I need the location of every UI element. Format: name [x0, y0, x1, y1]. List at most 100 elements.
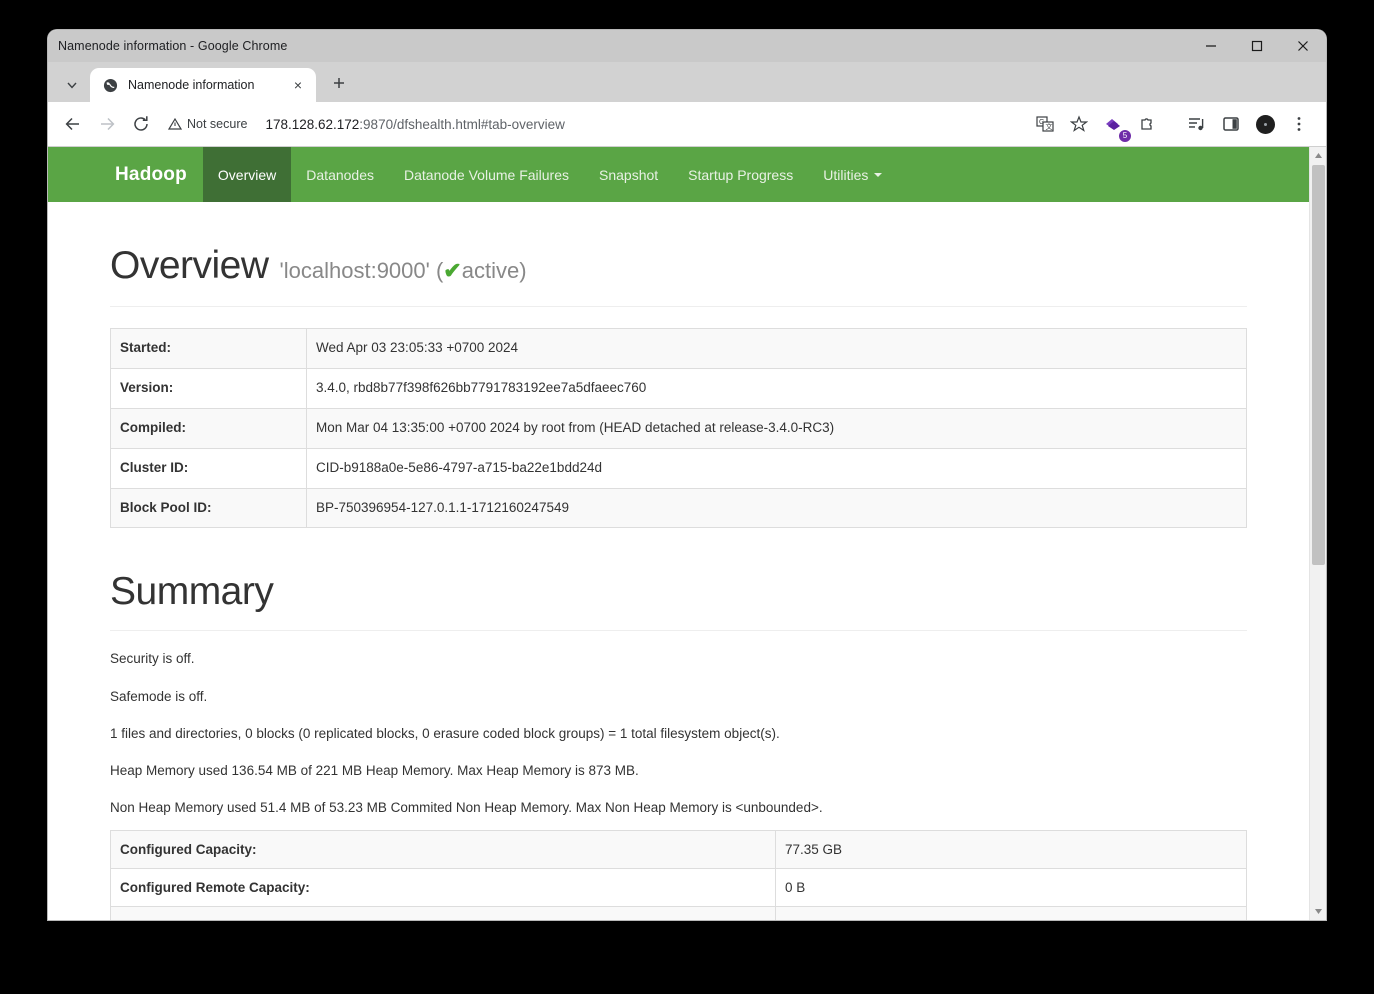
table-row: DFS Used: 24 KB (0%) [110, 905, 1247, 920]
row-key: Configured Capacity: [110, 829, 776, 869]
row-key: Started: [110, 328, 307, 369]
nav-item-utilities[interactable]: Utilities [808, 147, 897, 202]
browser-window: Namenode information - Google Chrome Nam… [48, 30, 1326, 920]
row-value: 77.35 GB [775, 829, 1247, 869]
summary-header: Summary [110, 570, 1247, 632]
table-row: Cluster ID: CID-b9188a0e-5e86-4797-a715-… [110, 447, 1247, 489]
row-value: 24 KB (0%) [775, 905, 1247, 920]
browser-toolbar: Not secure 178.128.62.172:9870/dfshealth… [48, 102, 1326, 146]
nav-item-snapshot[interactable]: Snapshot [584, 147, 673, 202]
row-key: Cluster ID: [110, 447, 307, 489]
scroll-up-arrow-icon[interactable] [1310, 147, 1326, 164]
check-icon: ✔ [443, 258, 462, 283]
summary-title: Summary [110, 570, 274, 614]
page-subtitle: 'localhost:9000' (✔active) [280, 258, 527, 284]
tab-title: Namenode information [128, 78, 255, 92]
row-value: 0 B [775, 867, 1247, 907]
nav-item-label: Snapshot [599, 166, 659, 183]
security-label: Not secure [187, 117, 248, 131]
url-text: 178.128.62.172:9870/dfshealth.html#tab-o… [265, 117, 564, 132]
row-value: BP-750396954-127.0.1.1-1712160247549 [306, 487, 1247, 529]
tab-strip: Namenode information × [48, 62, 1326, 102]
globe-icon [102, 77, 118, 93]
minimize-button[interactable] [1188, 30, 1234, 62]
nav-item-label: Datanodes [306, 166, 374, 183]
nav-item-label: Overview [217, 166, 277, 183]
security-status[interactable]: Not secure [168, 117, 247, 131]
page-content: Overview 'localhost:9000' (✔active) Star… [48, 244, 1309, 920]
extension-badge-count: 5 [1119, 130, 1131, 142]
url-host: 178.128.62.172 [265, 116, 360, 132]
new-tab-button[interactable] [322, 66, 356, 100]
chrome-menu-icon[interactable] [1284, 109, 1314, 139]
table-row: Version: 3.4.0, rbd8b77f398f626bb7791783… [110, 367, 1247, 409]
vertical-scrollbar[interactable] [1309, 147, 1326, 920]
row-value: CID-b9188a0e-5e86-4797-a715-ba22e1bdd24d [306, 447, 1247, 489]
row-value: Mon Mar 04 13:35:00 +0700 2024 by root f… [306, 407, 1247, 449]
close-button[interactable] [1280, 30, 1326, 62]
maximize-button[interactable] [1234, 30, 1280, 62]
profile-avatar-icon[interactable] [1250, 109, 1280, 139]
row-key: Version: [110, 367, 307, 409]
table-row: Block Pool ID: BP-750396954-127.0.1.1-17… [110, 487, 1247, 529]
url-path: :9870/dfshealth.html#tab-overview [359, 116, 565, 132]
tab-close-icon[interactable]: × [288, 75, 308, 95]
extension-purple-icon[interactable]: 5 [1098, 109, 1131, 142]
row-key: Compiled: [110, 407, 307, 449]
back-arrow-icon[interactable] [58, 109, 88, 139]
avatar [1255, 114, 1275, 134]
web-page: Hadoop Overview Datanodes Datanode Volum… [48, 147, 1309, 920]
summary-line: Safemode is off. [110, 688, 208, 704]
nav-item-overview[interactable]: Overview [202, 147, 292, 202]
namenode-info-table: Started: Wed Apr 03 23:05:33 +0700 2024 … [110, 328, 1247, 529]
nav-item-label: Utilities [823, 166, 869, 183]
capacity-table: Configured Capacity: 77.35 GB Configured… [110, 829, 1247, 920]
summary-line: Heap Memory used 136.54 MB of 221 MB Hea… [110, 763, 639, 779]
extensions-puzzle-icon[interactable] [1132, 109, 1162, 139]
hadoop-brand[interactable]: Hadoop [99, 147, 203, 202]
table-row: Compiled: Mon Mar 04 13:35:00 +0700 2024… [110, 407, 1247, 449]
tab-search-button[interactable] [54, 68, 90, 102]
page-viewport: Hadoop Overview Datanodes Datanode Volum… [48, 146, 1326, 920]
page-title: Overview [110, 244, 269, 287]
media-playlist-icon[interactable] [1182, 109, 1212, 139]
row-key: Configured Remote Capacity: [110, 867, 776, 907]
subtitle-suffix: ) [519, 258, 527, 283]
summary-line: Security is off. [110, 651, 195, 667]
scroll-down-arrow-icon[interactable] [1310, 903, 1326, 920]
window-title-bar: Namenode information - Google Chrome [48, 30, 1326, 62]
nav-item-label: Datanode Volume Failures [404, 166, 569, 183]
nav-item-datanodes[interactable]: Datanodes [291, 147, 389, 202]
browser-tab[interactable]: Namenode information × [90, 68, 316, 102]
table-row: Started: Wed Apr 03 23:05:33 +0700 2024 [110, 328, 1247, 369]
table-row: Configured Capacity: 77.35 GB [110, 829, 1247, 869]
overview-header: Overview 'localhost:9000' (✔active) [110, 244, 1247, 307]
row-key: DFS Used: [110, 905, 776, 920]
hadoop-navbar: Hadoop Overview Datanodes Datanode Volum… [48, 147, 1309, 202]
bookmark-star-icon[interactable] [1064, 109, 1094, 139]
nav-item-label: Startup Progress [688, 166, 794, 183]
side-panel-icon[interactable] [1216, 109, 1246, 139]
svg-text:文: 文 [1046, 122, 1053, 131]
summary-lines: Security is off. Safemode is off. 1 file… [110, 650, 1247, 817]
subtitle-host: 'localhost:9000' ( [279, 258, 444, 283]
nav-item-startup-progress[interactable]: Startup Progress [673, 147, 808, 202]
address-bar[interactable]: Not secure 178.128.62.172:9870/dfshealth… [168, 109, 1024, 139]
warning-triangle-icon [168, 117, 182, 130]
status-badge: active [461, 258, 520, 283]
reload-icon[interactable] [126, 109, 156, 139]
summary-line: Non Heap Memory used 51.4 MB of 53.23 MB… [110, 800, 823, 816]
summary-line: 1 files and directories, 0 blocks (0 rep… [110, 725, 780, 741]
row-value: 3.4.0, rbd8b77f398f626bb7791783192ee7a5d… [306, 367, 1247, 409]
forward-arrow-icon[interactable] [92, 109, 122, 139]
nav-item-datanode-volume-failures[interactable]: Datanode Volume Failures [389, 147, 584, 202]
chevron-down-icon [874, 172, 883, 177]
row-key: Block Pool ID: [110, 487, 307, 529]
toolbar-actions: G 文 5 [1030, 109, 1318, 142]
window-controls [1188, 30, 1326, 62]
scrollbar-thumb[interactable] [1312, 165, 1325, 565]
translate-icon[interactable]: G 文 [1030, 109, 1060, 139]
table-row: Configured Remote Capacity: 0 B [110, 867, 1247, 907]
window-title: Namenode information - Google Chrome [58, 39, 288, 53]
row-value: Wed Apr 03 23:05:33 +0700 2024 [306, 328, 1247, 369]
